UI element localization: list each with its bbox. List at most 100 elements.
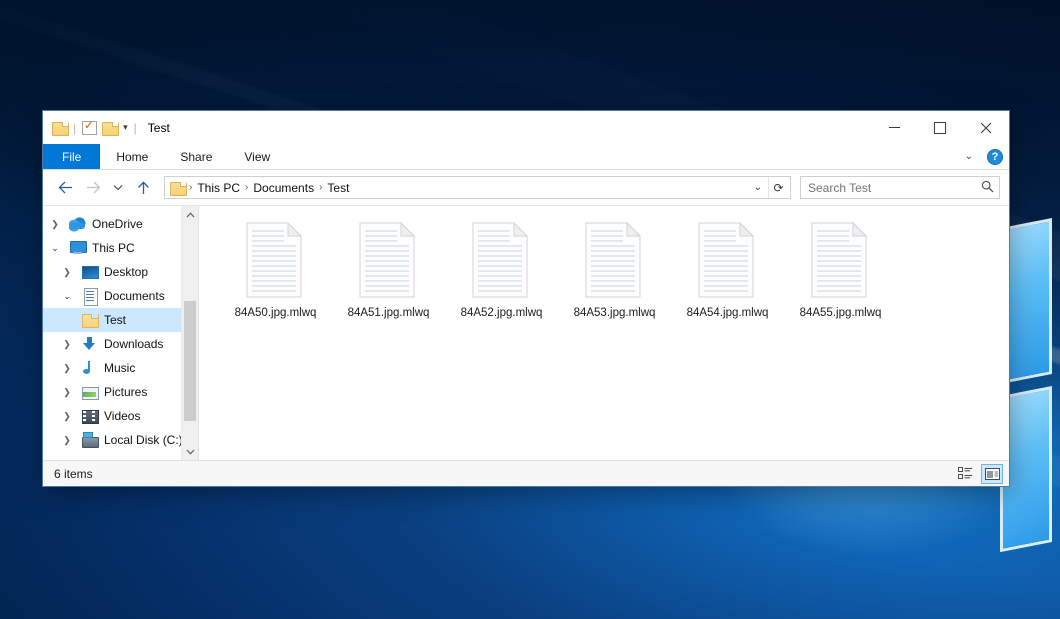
breadcrumb-item-this-pc[interactable]: This PC [193,181,244,195]
file-item[interactable]: 84A54.jpg.mlwq [671,218,784,326]
music-icon [81,360,98,376]
file-list-pane[interactable]: 84A50.jpg.mlwq [198,206,1009,460]
minimize-icon[interactable] [871,111,917,144]
chevron-down-icon[interactable]: ⌄ [961,151,977,162]
documents-icon [81,288,98,304]
chevron-down-icon[interactable] [182,443,198,460]
sidebar-item-label: Desktop [104,265,148,279]
file-name-label: 84A52.jpg.mlwq [461,306,543,320]
sidebar-item-label: Test [104,313,126,327]
navigation-bar: › This PC › Documents › Test ⌄ ⟳ [43,170,1009,205]
sidebar-scrollbar[interactable] [181,206,198,460]
chevron-right-icon[interactable]: ❯ [59,267,75,278]
chevron-right-icon[interactable]: ❯ [59,387,75,398]
sidebar-item-desktop[interactable]: ❯ Desktop [43,260,198,284]
generic-document-icon [698,222,758,298]
window-title: Test [148,121,170,135]
scrollbar-thumb[interactable] [184,301,196,421]
desktop: | ▾ | Test File Home Share View ⌄ [0,0,1060,619]
windows-logo-icon [1003,201,1060,560]
tab-view[interactable]: View [228,144,286,169]
details-view-button[interactable] [954,464,976,484]
chevron-down-icon[interactable]: ⌄ [59,291,75,302]
file-item[interactable]: 84A51.jpg.mlwq [332,218,445,326]
file-grid: 84A50.jpg.mlwq [219,218,995,326]
large-icons-view-button[interactable] [981,464,1003,484]
help-icon[interactable]: ? [987,149,1003,165]
sidebar-item-label: Documents [104,289,165,303]
sidebar-item-videos[interactable]: ❯ Videos [43,404,198,428]
chevron-right-icon[interactable]: ❯ [47,219,63,230]
sidebar-item-local-disk-c[interactable]: ❯ Local Disk (C:) [43,428,198,452]
tab-file[interactable]: File [43,144,100,169]
sidebar-item-label: Pictures [104,385,147,399]
arrow-up-icon[interactable] [130,175,156,201]
file-item[interactable]: 84A52.jpg.mlwq [445,218,558,326]
arrow-right-icon [80,175,106,201]
sidebar-item-music[interactable]: ❯ Music [43,356,198,380]
tab-home[interactable]: Home [100,144,164,169]
file-explorer-window: | ▾ | Test File Home Share View ⌄ [42,110,1010,487]
properties-checkmark-icon[interactable] [82,121,97,135]
sidebar-item-label: Videos [104,409,140,423]
recent-locations-chevron-down-icon[interactable] [108,175,128,201]
address-dropdown-chevron-down-icon[interactable]: ⌄ [748,177,768,198]
generic-document-icon [585,222,645,298]
chevron-down-icon[interactable]: ▾ [123,122,128,133]
pictures-icon [81,384,98,400]
quick-access-toolbar: | ▾ | [52,121,138,135]
qat-divider: | [73,121,76,135]
window-controls [871,111,1009,144]
view-mode-buttons [954,464,1003,484]
this-pc-icon [69,240,86,256]
file-item[interactable]: 84A53.jpg.mlwq [558,218,671,326]
chevron-right-icon[interactable]: ❯ [59,435,75,446]
sidebar-item-pictures[interactable]: ❯ Pictures [43,380,198,404]
navigation-pane: ❯ OneDrive ⌄ This PC ❯ Desktop ⌄ [43,206,198,460]
chevron-down-icon[interactable]: ⌄ [47,243,63,254]
onedrive-icon [69,216,86,232]
search-box[interactable] [800,176,1000,199]
close-icon[interactable] [963,111,1009,144]
sidebar-item-documents[interactable]: ⌄ Documents [43,284,198,308]
search-icon[interactable] [981,180,994,196]
file-name-label: 84A55.jpg.mlwq [800,306,882,320]
sidebar-item-downloads[interactable]: ❯ Downloads [43,332,198,356]
disk-icon [81,432,98,448]
sidebar-item-test[interactable]: Test [43,308,198,332]
ribbon-right-controls: ⌄ ? [961,144,1003,169]
chevron-up-icon[interactable] [182,206,198,223]
folder-icon [81,312,98,328]
chevron-right-icon[interactable]: ❯ [59,411,75,422]
chevron-right-icon[interactable]: ❯ [59,363,75,374]
search-input[interactable] [806,180,981,196]
file-name-label: 84A50.jpg.mlwq [235,306,317,320]
breadcrumb-item-test[interactable]: Test [323,181,353,195]
qat-divider: | [134,121,137,135]
file-item[interactable]: 84A50.jpg.mlwq [219,218,332,326]
refresh-icon[interactable]: ⟳ [768,177,788,198]
generic-document-icon [246,222,306,298]
chevron-right-icon[interactable]: ❯ [59,339,75,350]
sidebar-item-label: Music [104,361,135,375]
folder-icon[interactable] [52,121,67,134]
file-name-label: 84A51.jpg.mlwq [348,306,430,320]
arrow-left-icon[interactable] [52,175,78,201]
tab-share[interactable]: Share [164,144,228,169]
maximize-icon[interactable] [917,111,963,144]
downloads-icon [81,336,98,352]
new-folder-icon[interactable] [102,121,117,134]
generic-document-icon [811,222,871,298]
sidebar-item-label: OneDrive [92,217,143,231]
file-item[interactable]: 84A55.jpg.mlwq [784,218,897,326]
sidebar-item-label: Downloads [104,337,163,351]
address-bar[interactable]: › This PC › Documents › Test ⌄ ⟳ [164,176,791,199]
generic-document-icon [359,222,419,298]
breadcrumb-item-documents[interactable]: Documents [249,181,318,195]
videos-icon [81,408,98,424]
file-name-label: 84A53.jpg.mlwq [574,306,656,320]
sidebar-item-onedrive[interactable]: ❯ OneDrive [43,212,198,236]
ribbon-tab-strip: File Home Share View ⌄ ? [43,144,1009,169]
sidebar-item-this-pc[interactable]: ⌄ This PC [43,236,198,260]
status-bar: 6 items [43,460,1009,486]
